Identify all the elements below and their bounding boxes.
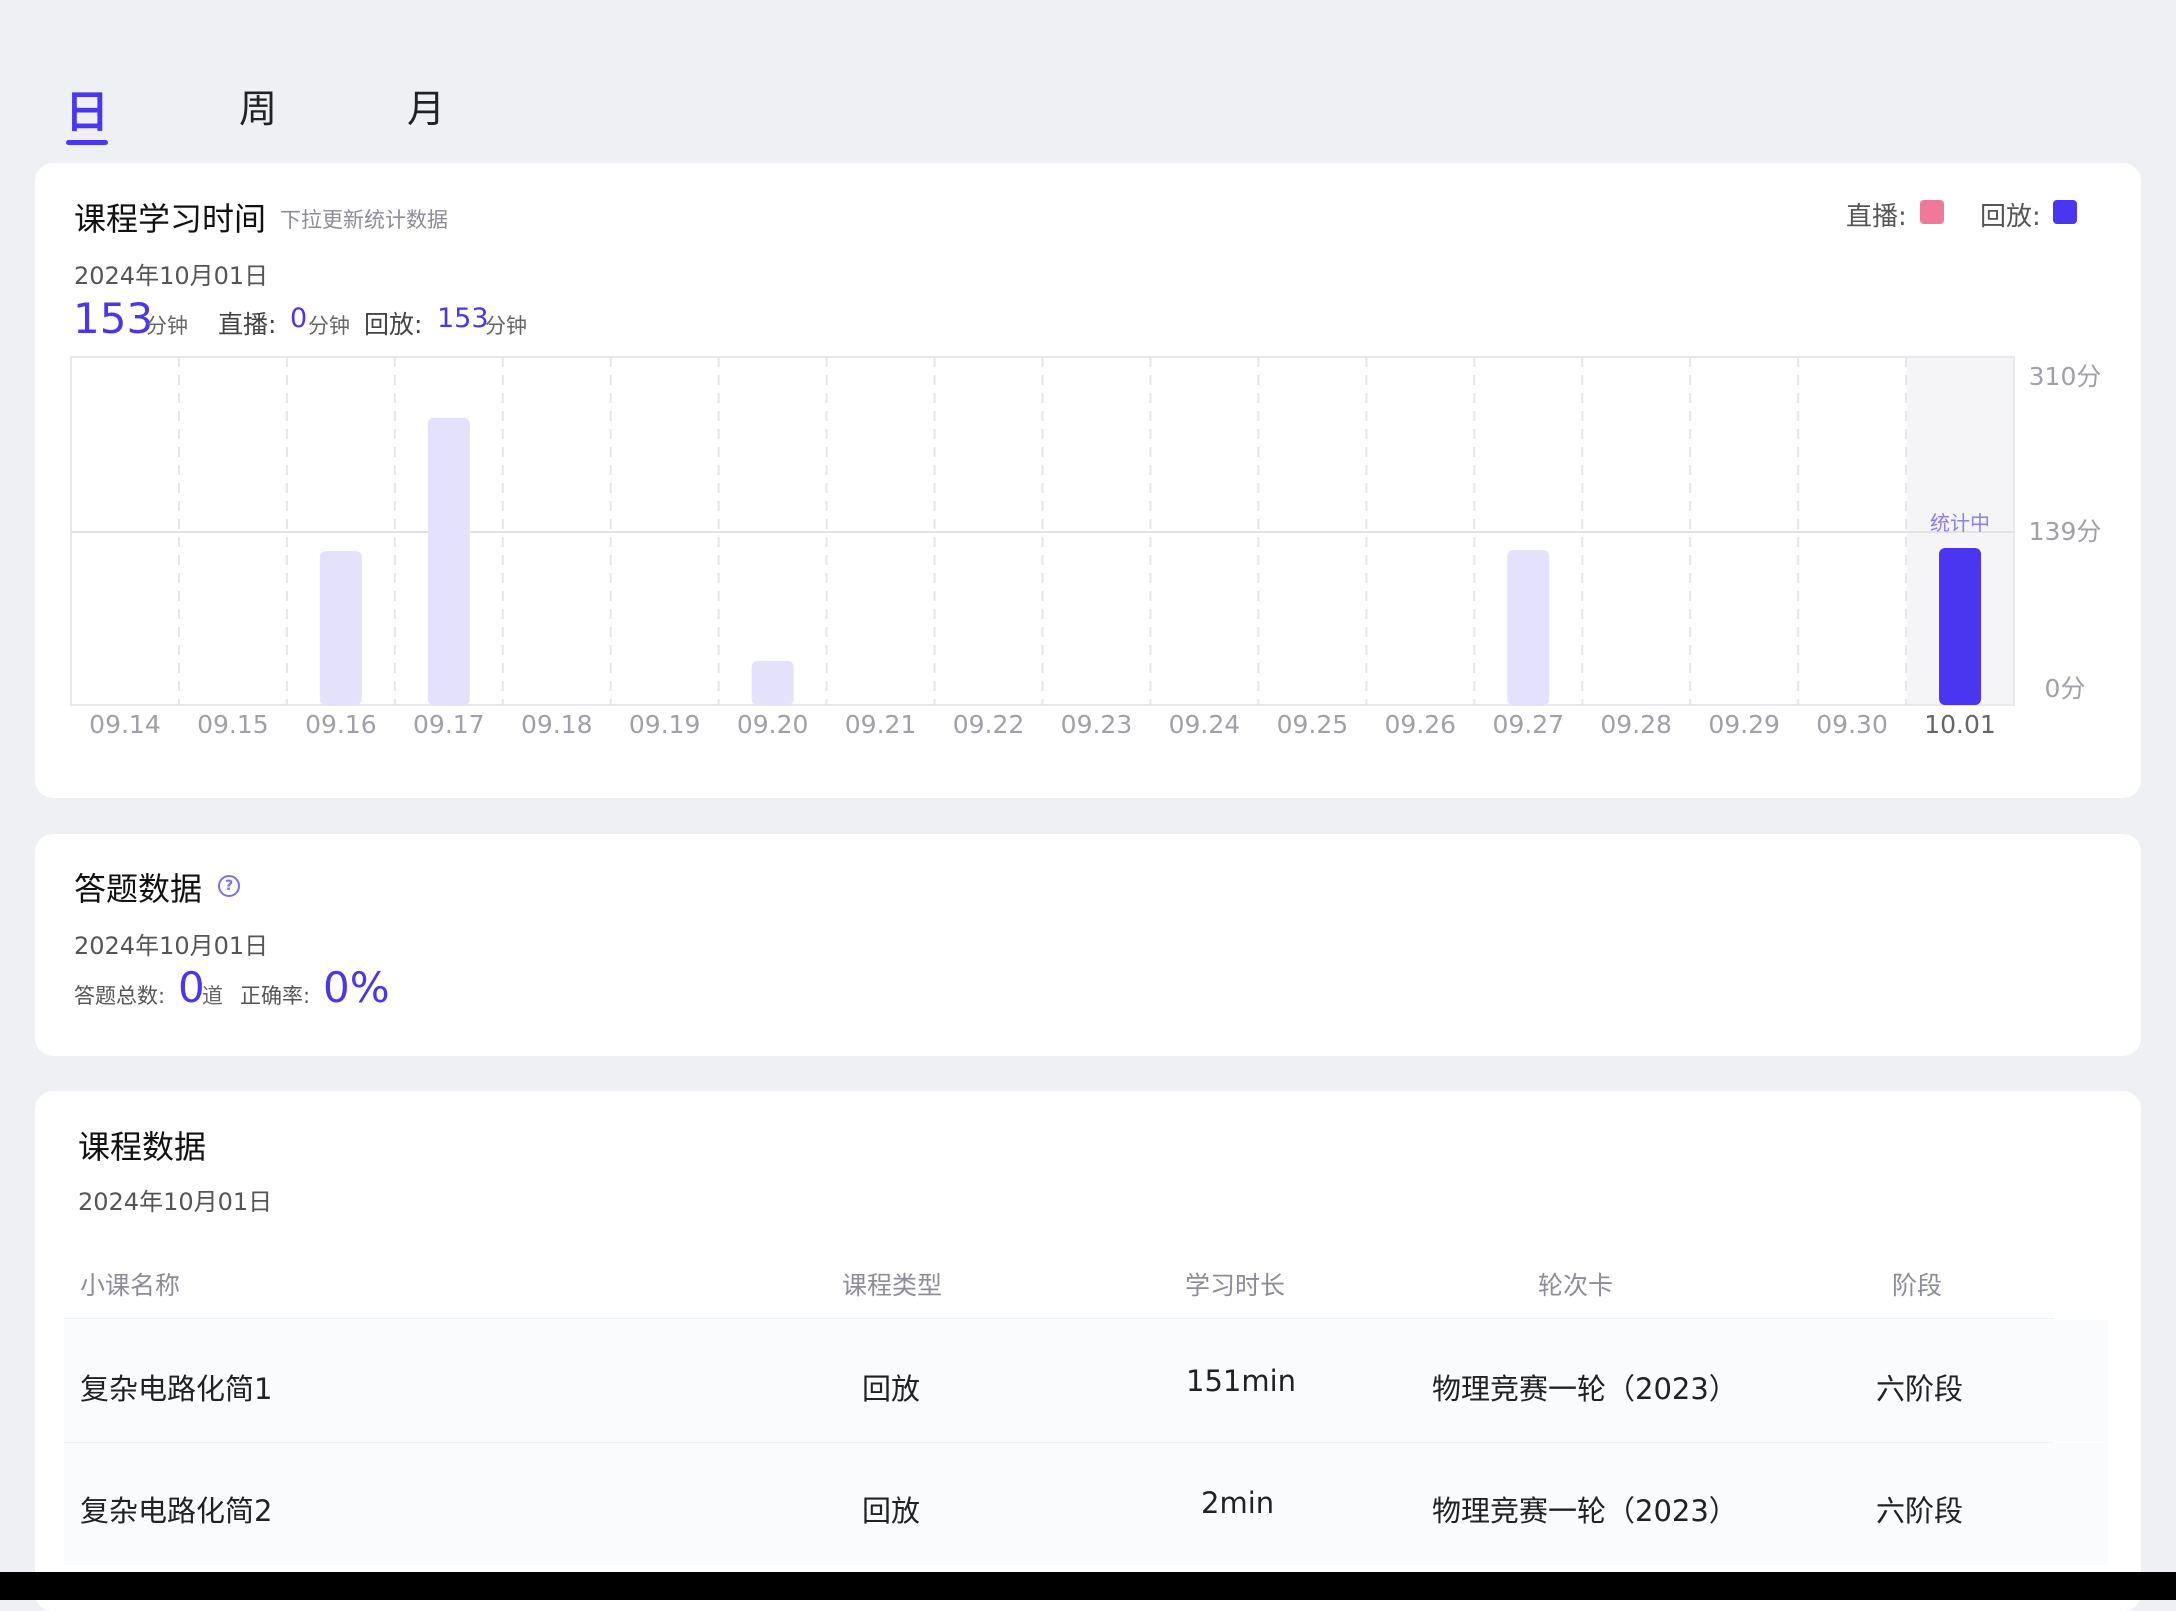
answer-total-label: 答题总数: bbox=[74, 984, 166, 1008]
x-tick-label: 09.22 bbox=[953, 710, 1025, 739]
bar-10.01 bbox=[1939, 548, 1982, 705]
row-1-duration: 151min bbox=[1186, 1364, 1297, 1398]
answer-data-title: 答题数据 bbox=[74, 870, 203, 908]
study-time-bar-chart[interactable]: 09.14 09.15 09.16 09.17 09.18 09.19 09.20 09.21… bbox=[0, 0, 2176, 760]
accuracy-label: 正确率: bbox=[240, 984, 311, 1008]
bottom-bar bbox=[0, 1572, 2176, 1600]
row-2-duration: 2min bbox=[1201, 1486, 1275, 1520]
table-row[interactable] bbox=[64, 1443, 2108, 1565]
column-header-duration: 学习时长 bbox=[1185, 1271, 1286, 1300]
x-tick-label: 09.15 bbox=[197, 710, 269, 739]
accuracy-value: 0% bbox=[323, 963, 390, 1012]
x-tick-label: 09.20 bbox=[737, 710, 809, 739]
column-header-name: 小课名称 bbox=[80, 1271, 181, 1300]
column-header-stage: 阶段 bbox=[1892, 1271, 1943, 1300]
row-2-type: 回放 bbox=[862, 1494, 921, 1528]
row-2-name: 复杂电路化简2 bbox=[80, 1494, 273, 1528]
x-tick-label: 09.30 bbox=[1816, 710, 1888, 739]
y-tick-label: 139分 bbox=[2029, 517, 2102, 546]
row-1-round: 物理竞赛一轮（2023） bbox=[1432, 1372, 1738, 1406]
row-1-name: 复杂电路化简1 bbox=[80, 1372, 273, 1406]
y-tick-label: 0分 bbox=[2045, 674, 2086, 703]
row-1-stage: 六阶段 bbox=[1876, 1372, 1964, 1406]
x-tick-label: 09.28 bbox=[1600, 710, 1672, 739]
bar-09.27 bbox=[1507, 550, 1550, 705]
x-tick-label: 09.17 bbox=[413, 710, 485, 739]
x-tick-label: 09.16 bbox=[305, 710, 377, 739]
x-tick-label: 09.24 bbox=[1169, 710, 1241, 739]
course-data-title: 课程数据 bbox=[78, 1128, 207, 1166]
x-tick-label: 09.19 bbox=[629, 710, 701, 739]
answer-data-card bbox=[35, 834, 2141, 1056]
answer-data-date: 2024年10月01日 bbox=[74, 932, 269, 960]
x-tick-label: 09.14 bbox=[89, 710, 161, 739]
header-divider bbox=[64, 1318, 2054, 1319]
x-tick-label: 09.21 bbox=[845, 710, 917, 739]
question-circle-icon[interactable]: ? bbox=[218, 875, 240, 897]
table-row[interactable] bbox=[64, 1320, 2108, 1442]
row-2-round: 物理竞赛一轮（2023） bbox=[1432, 1494, 1738, 1528]
column-header-type: 课程类型 bbox=[842, 1271, 943, 1300]
x-tick-label: 09.25 bbox=[1277, 710, 1349, 739]
course-data-date: 2024年10月01日 bbox=[78, 1188, 273, 1216]
bar-09.20 bbox=[751, 660, 794, 705]
x-tick-label: 09.26 bbox=[1385, 710, 1457, 739]
x-tick-label: 09.27 bbox=[1492, 710, 1564, 739]
column-header-round: 轮次卡 bbox=[1538, 1271, 1614, 1300]
x-tick-label: 10.01 bbox=[1924, 710, 1996, 739]
x-tick-label: 09.18 bbox=[521, 710, 593, 739]
selected-bar-label: 统计中 bbox=[1930, 511, 1990, 535]
answer-total-unit: 道 bbox=[202, 984, 223, 1008]
answer-total-value: 0 bbox=[178, 963, 205, 1012]
x-tick-label: 09.23 bbox=[1061, 710, 1133, 739]
x-tick-label: 09.29 bbox=[1708, 710, 1780, 739]
row-2-stage: 六阶段 bbox=[1876, 1494, 1964, 1528]
bar-09.16 bbox=[319, 551, 362, 705]
y-tick-label: 310分 bbox=[2029, 362, 2102, 391]
bar-09.17 bbox=[427, 417, 470, 705]
row-1-type: 回放 bbox=[862, 1372, 921, 1406]
